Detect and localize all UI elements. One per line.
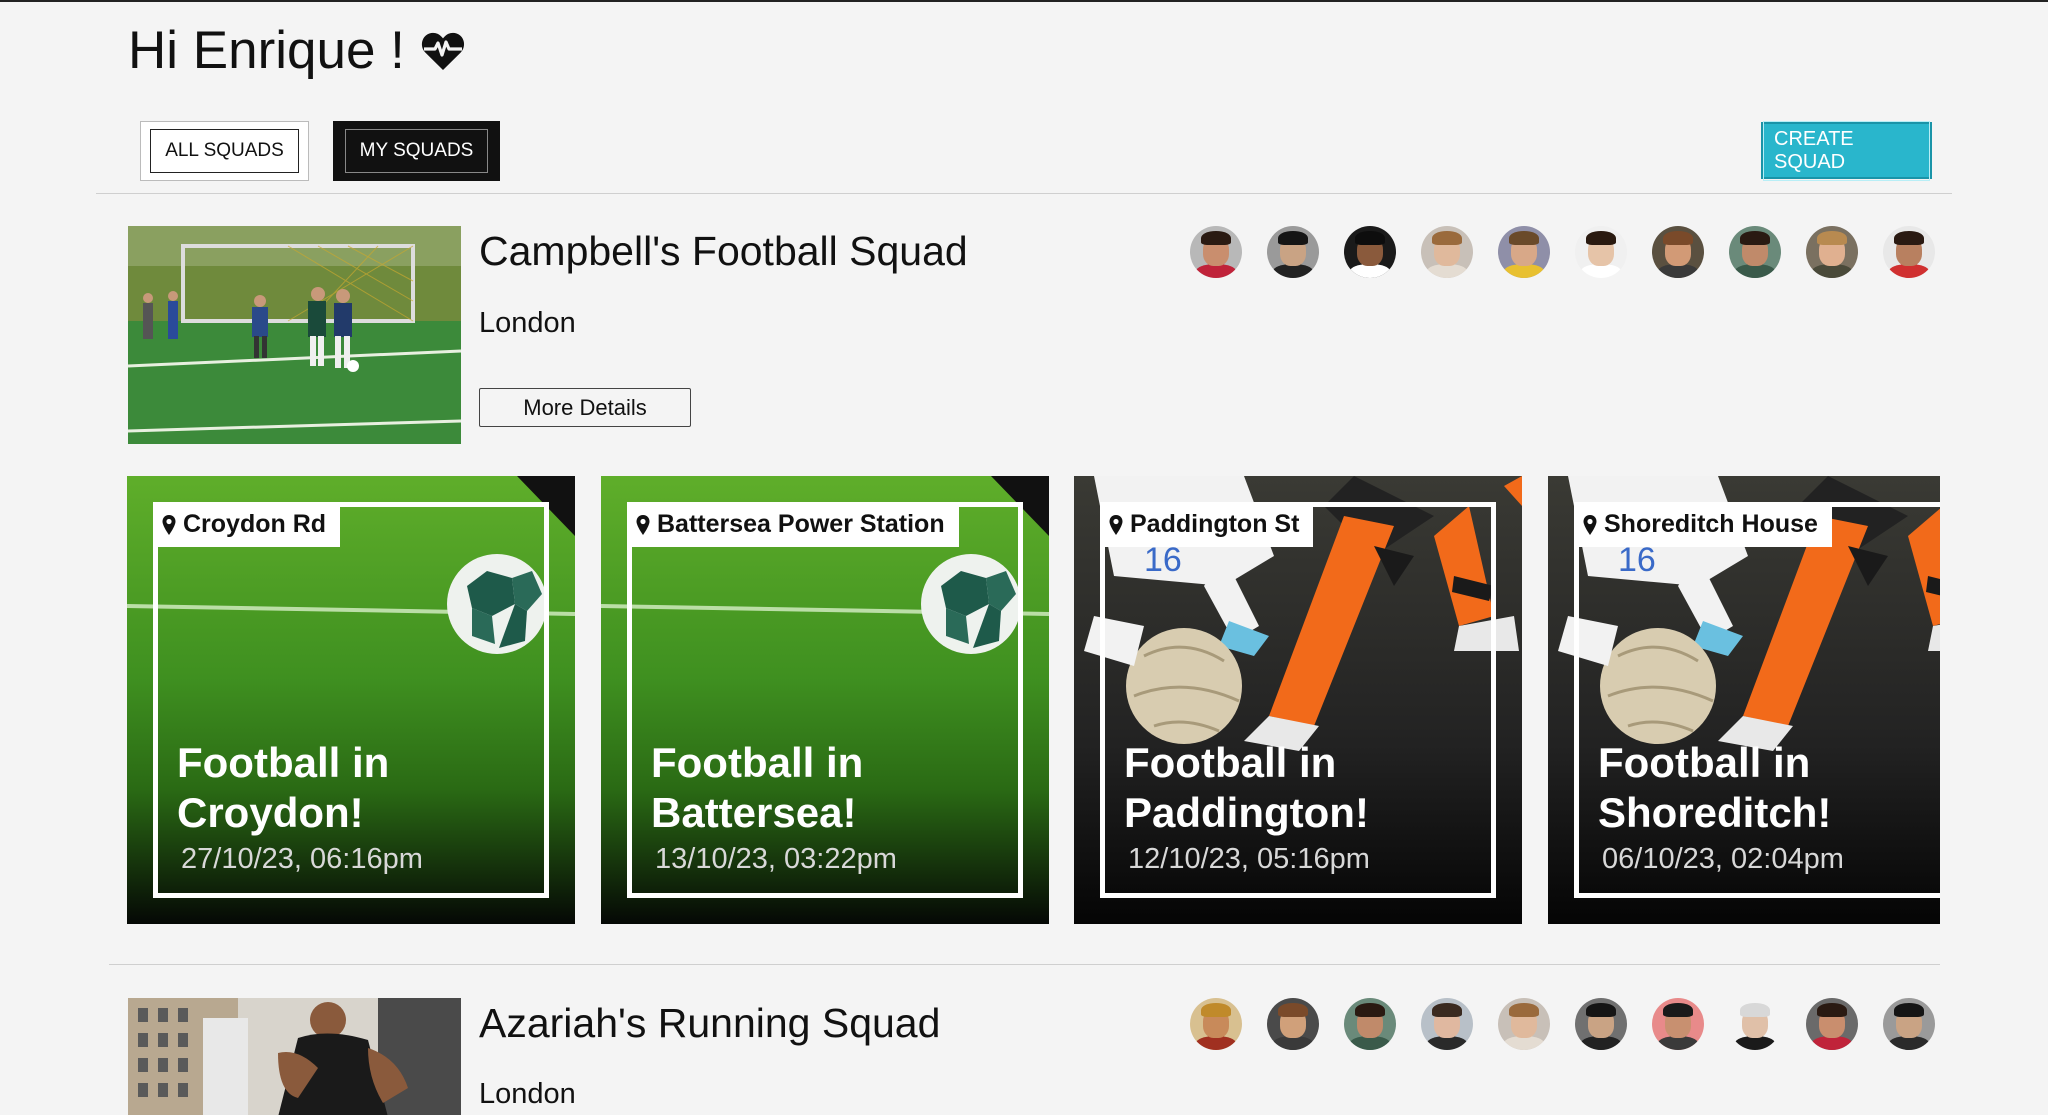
event-date: 13/10/23, 03:22pm	[655, 843, 897, 875]
squad-title: Azariah's Running Squad	[479, 1000, 941, 1046]
avatar[interactable]	[1421, 998, 1473, 1050]
event-title: Football in Croydon!	[177, 739, 390, 836]
event-title: Football in Shoreditch!	[1598, 739, 1832, 836]
event-title: Football in Battersea!	[651, 739, 864, 836]
squad-city: London	[479, 1078, 576, 1110]
event-location: Croydon Rd	[153, 502, 341, 547]
avatar[interactable]	[1498, 226, 1550, 278]
avatar[interactable]	[1806, 226, 1858, 278]
squad-members	[1190, 998, 1935, 1050]
heart-pulse-icon	[421, 32, 464, 70]
map-pin-icon	[1583, 514, 1597, 535]
tab-my-squads-label: MY SQUADS	[344, 129, 489, 173]
event-location-label: Shoreditch House	[1604, 510, 1818, 538]
event-location: Battersea Power Station	[627, 502, 959, 547]
football-match-photo	[128, 226, 461, 444]
avatar[interactable]	[1575, 226, 1627, 278]
avatar[interactable]	[1883, 998, 1935, 1050]
tab-my-squads[interactable]: MY SQUADS	[333, 121, 500, 181]
avatar[interactable]	[1344, 226, 1396, 278]
event-date: 27/10/23, 06:16pm	[181, 843, 423, 875]
squad-image[interactable]	[128, 998, 461, 1115]
map-pin-icon	[636, 514, 650, 535]
create-squad-button[interactable]: CREATE SQUAD	[1761, 120, 1932, 181]
card-frame	[1574, 502, 1940, 898]
avatar[interactable]	[1729, 226, 1781, 278]
squad-city: London	[479, 307, 576, 339]
event-card[interactable]: 16 Paddington St Football in Paddington! 12…	[1074, 476, 1522, 924]
page-title: Hi Enrique !	[128, 20, 467, 81]
create-squad-label: CREATE SQUAD	[1763, 120, 1930, 181]
event-location: Shoreditch House	[1574, 502, 1832, 547]
event-location-label: Croydon Rd	[183, 510, 327, 538]
event-card[interactable]: 16 Shoreditch House Football in Shoreditch…	[1548, 476, 1940, 924]
more-details-button[interactable]: More Details	[479, 388, 691, 427]
avatar[interactable]	[1267, 998, 1319, 1050]
event-location-label: Paddington St	[1130, 510, 1300, 538]
avatar[interactable]	[1190, 998, 1242, 1050]
squad-image[interactable]	[128, 226, 461, 444]
avatar[interactable]	[1344, 998, 1396, 1050]
squad-title: Campbell's Football Squad	[479, 228, 968, 274]
event-card[interactable]: Battersea Power Station Football in Batte…	[601, 476, 1049, 924]
event-date: 06/10/23, 02:04pm	[1602, 843, 1844, 875]
map-pin-icon	[1109, 514, 1123, 535]
running-photo	[128, 998, 461, 1115]
event-card[interactable]: Croydon Rd Football in Croydon! 27/10/23, …	[127, 476, 575, 924]
card-frame	[627, 502, 1023, 898]
avatar[interactable]	[1421, 226, 1473, 278]
event-title: Football in Paddington!	[1124, 739, 1369, 836]
event-date: 12/10/23, 05:16pm	[1128, 843, 1370, 875]
map-pin-icon	[162, 514, 176, 535]
avatar[interactable]	[1883, 226, 1935, 278]
avatar[interactable]	[1498, 998, 1550, 1050]
tab-all-squads[interactable]: ALL SQUADS	[140, 121, 309, 181]
avatar[interactable]	[1806, 998, 1858, 1050]
squad-divider	[109, 964, 1940, 965]
squad-members	[1190, 226, 1935, 278]
tab-all-squads-label: ALL SQUADS	[150, 129, 299, 173]
header-divider	[96, 193, 1952, 194]
avatar[interactable]	[1652, 226, 1704, 278]
greeting-text: Hi Enrique !	[128, 21, 405, 80]
event-location-label: Battersea Power Station	[657, 510, 945, 538]
avatar[interactable]	[1729, 998, 1781, 1050]
card-frame	[1100, 502, 1496, 898]
card-frame	[153, 502, 549, 898]
event-location: Paddington St	[1100, 502, 1314, 547]
avatar[interactable]	[1652, 998, 1704, 1050]
avatar[interactable]	[1190, 226, 1242, 278]
avatar[interactable]	[1267, 226, 1319, 278]
avatar[interactable]	[1575, 998, 1627, 1050]
